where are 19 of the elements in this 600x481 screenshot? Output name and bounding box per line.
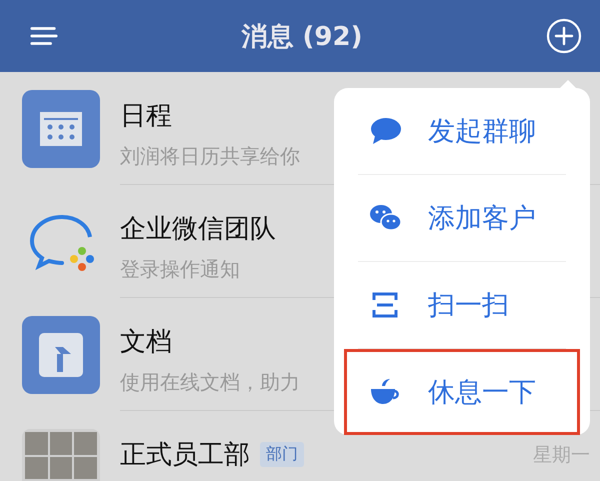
conversation-name: 企业微信团队 (120, 213, 276, 246)
menu-item[interactable]: 添加客户 (348, 175, 576, 261)
speech-bubble-icon (368, 116, 402, 146)
department-tag: 部门 (260, 442, 304, 467)
menu-item[interactable]: 扫一扫 (348, 262, 576, 348)
page-title: 消息 (92) (242, 20, 362, 54)
conversation-name: 日程 (120, 100, 172, 133)
menu-item[interactable]: 发起群聊 (348, 88, 576, 174)
message-preview: 刘润将日历共享给你 (120, 143, 300, 170)
coffee-cup-icon (368, 377, 402, 407)
document-icon (22, 316, 100, 394)
message-preview: 登录操作通知 (120, 256, 240, 283)
add-icon[interactable] (546, 18, 582, 54)
conversation-name: 正式员工部 (120, 439, 250, 472)
conversation-name: 文档 (120, 326, 172, 359)
menu-item[interactable]: 休息一下 (344, 349, 580, 435)
menu-icon[interactable] (30, 25, 58, 47)
calendar-icon (22, 90, 100, 168)
message-preview: 使用在线文档，助力 (120, 369, 300, 396)
